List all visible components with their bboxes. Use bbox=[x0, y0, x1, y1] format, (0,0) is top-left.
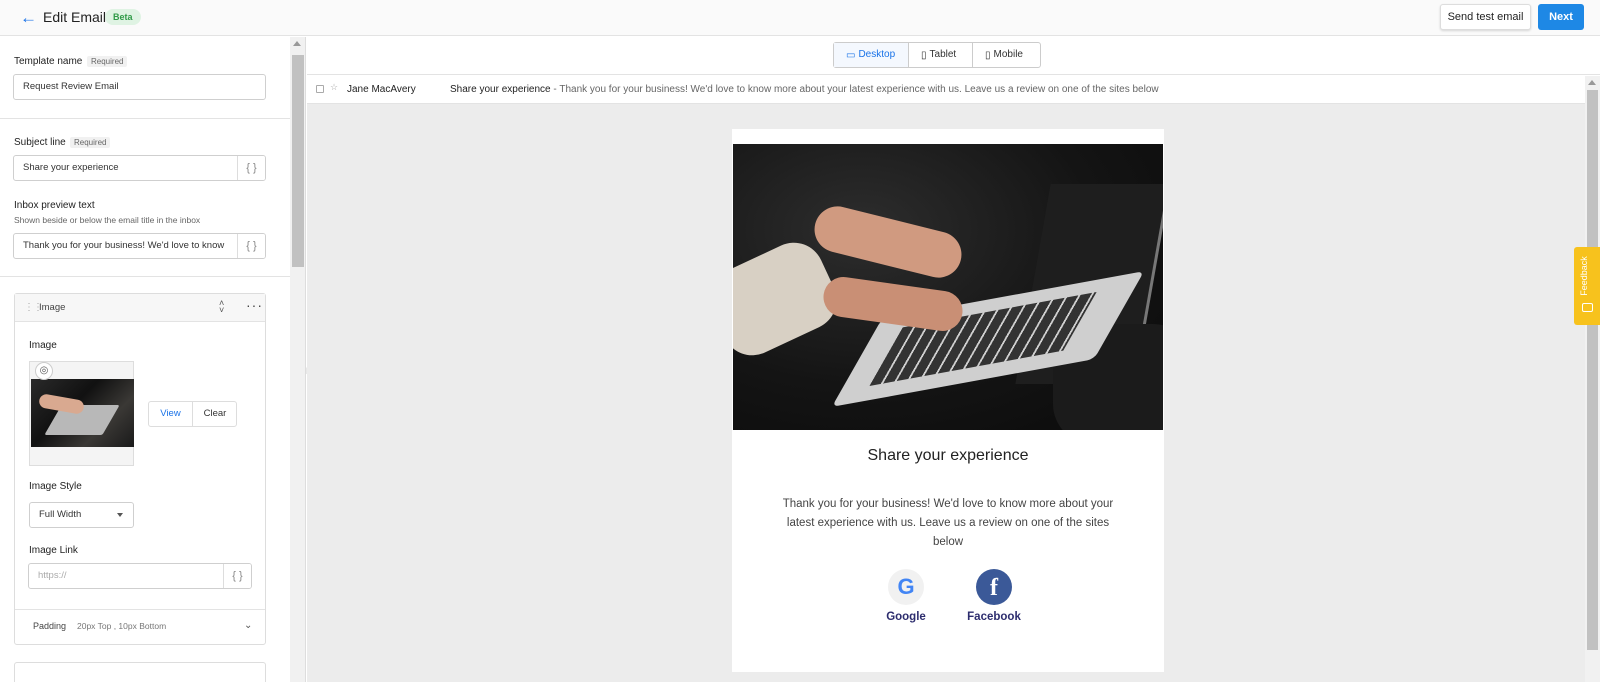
inbox-preview-label: Inbox preview text bbox=[14, 200, 95, 211]
mobile-icon: ▯ bbox=[985, 50, 991, 61]
send-test-email-button[interactable]: Send test email bbox=[1440, 4, 1531, 30]
subject-line-label: Subject line bbox=[14, 137, 66, 148]
padding-label: Padding bbox=[33, 621, 67, 631]
feedback-tab[interactable]: Feedback bbox=[1574, 247, 1600, 325]
left-scrollbar[interactable] bbox=[290, 37, 306, 682]
email-preview-card: Share your experience Thank you for your… bbox=[732, 129, 1164, 672]
braces-icon[interactable]: { } bbox=[223, 564, 251, 588]
next-block bbox=[14, 662, 266, 682]
image-block: ⋮⋮ Image ˄ ˅ ··· Image ◎ View Clear Image… bbox=[14, 293, 266, 645]
divider bbox=[0, 118, 290, 119]
back-arrow-icon[interactable]: ← bbox=[20, 9, 37, 26]
inbox-preview-text: - Thank you for your business! We'd love… bbox=[550, 84, 1159, 95]
image-link-input[interactable]: https:// { } bbox=[28, 563, 252, 589]
top-bar: ← Edit Email Beta Send test email Next bbox=[0, 0, 1600, 36]
image-link-label: Image Link bbox=[29, 545, 78, 556]
image-block-title: Image bbox=[39, 302, 66, 313]
inbox-preview-value: Thank you for your business! We'd love t… bbox=[23, 240, 225, 251]
email-title: Share your experience bbox=[867, 447, 1029, 464]
scrollbar-thumb[interactable] bbox=[292, 55, 304, 267]
device-toolbar: ▭ Desktop ▯ Tablet ▯ Mobile bbox=[307, 37, 1600, 75]
image-style-label: Image Style bbox=[29, 481, 82, 492]
facebook-label: Facebook bbox=[967, 611, 1021, 623]
padding-row[interactable]: Padding 20px Top , 10px Bottom ⌄ bbox=[15, 609, 265, 645]
star-icon: ☆ bbox=[330, 82, 339, 92]
image-label: Image bbox=[29, 340, 57, 351]
inbox-preview-hint: Shown beside or below the email title in… bbox=[14, 215, 201, 225]
inbox-preview-row: ☆ Jane MacAvery Share your experience - … bbox=[307, 76, 1585, 104]
subject-line-input[interactable]: Share your experience { } bbox=[13, 155, 266, 181]
scroll-up-icon[interactable] bbox=[1588, 80, 1596, 85]
image-style-select[interactable]: Full Width bbox=[29, 502, 134, 528]
braces-icon[interactable]: { } bbox=[237, 156, 265, 180]
facebook-icon: f bbox=[976, 569, 1012, 605]
chevron-down-icon bbox=[117, 513, 123, 517]
paperclip-icon[interactable]: ◎ bbox=[35, 362, 53, 380]
image-style-value: Full Width bbox=[39, 509, 82, 520]
view-button[interactable]: View bbox=[149, 402, 193, 426]
tablet-label: Tablet bbox=[929, 49, 957, 60]
hero-image[interactable] bbox=[733, 144, 1163, 430]
braces-icon[interactable]: { } bbox=[237, 234, 265, 258]
settings-panel: Template name Required Request Review Em… bbox=[0, 37, 290, 682]
mobile-tab[interactable]: ▯ Mobile bbox=[973, 43, 1040, 67]
tablet-tab[interactable]: ▯ Tablet bbox=[909, 43, 973, 67]
hand-shape bbox=[809, 201, 967, 283]
next-button[interactable]: Next bbox=[1538, 4, 1584, 30]
template-name-input[interactable]: Request Review Email bbox=[13, 74, 266, 100]
beta-badge: Beta bbox=[105, 9, 141, 25]
mobile-label: Mobile bbox=[993, 49, 1023, 60]
image-block-header[interactable]: ⋮⋮ Image ˄ ˅ ··· bbox=[15, 294, 265, 322]
view-clear-group: View Clear bbox=[148, 401, 237, 427]
subject-line-value: Share your experience bbox=[23, 162, 119, 173]
feedback-icon bbox=[1582, 303, 1593, 312]
right-scrollbar[interactable] bbox=[1585, 76, 1600, 682]
image-link-placeholder: https:// bbox=[38, 570, 67, 581]
inbox-subject-text: Share your experience bbox=[450, 84, 551, 95]
inbox-preview-input[interactable]: Thank you for your business! We'd love t… bbox=[13, 233, 266, 259]
checkbox bbox=[316, 85, 324, 93]
email-body: Thank you for your business! We'd love t… bbox=[782, 498, 1114, 548]
feedback-label: Feedback bbox=[1578, 256, 1589, 296]
inbox-subject: Share your experience - Thank you for yo… bbox=[450, 84, 1159, 95]
scrollbar-thumb[interactable] bbox=[1587, 90, 1598, 650]
padding-value: 20px Top , 10px Bottom bbox=[77, 621, 167, 631]
clear-button[interactable]: Clear bbox=[193, 402, 237, 426]
more-icon[interactable]: ··· bbox=[246, 297, 263, 313]
tablet-icon: ▯ bbox=[921, 50, 927, 61]
sort-icon[interactable]: ˄ ˅ bbox=[219, 299, 224, 315]
required-tag: Required bbox=[70, 137, 111, 148]
sender-name: Jane MacAvery bbox=[347, 84, 416, 95]
desktop-tab[interactable]: ▭ Desktop bbox=[834, 43, 909, 67]
facebook-link[interactable]: f Facebook bbox=[954, 569, 1034, 623]
chevron-down-icon[interactable]: ⌄ bbox=[244, 620, 252, 631]
google-icon: G bbox=[888, 569, 924, 605]
google-label: Google bbox=[886, 611, 926, 623]
required-tag: Required bbox=[87, 56, 128, 67]
device-switcher: ▭ Desktop ▯ Tablet ▯ Mobile bbox=[833, 42, 1041, 68]
scroll-up-icon[interactable] bbox=[293, 41, 301, 46]
thumbnail-photo bbox=[31, 379, 134, 447]
google-link[interactable]: G Google bbox=[866, 569, 946, 623]
template-name-label: Template name bbox=[14, 56, 83, 67]
desktop-icon: ▭ bbox=[846, 50, 856, 61]
page-title: Edit Email bbox=[43, 9, 107, 25]
desktop-label: Desktop bbox=[858, 49, 896, 60]
divider bbox=[0, 276, 290, 277]
